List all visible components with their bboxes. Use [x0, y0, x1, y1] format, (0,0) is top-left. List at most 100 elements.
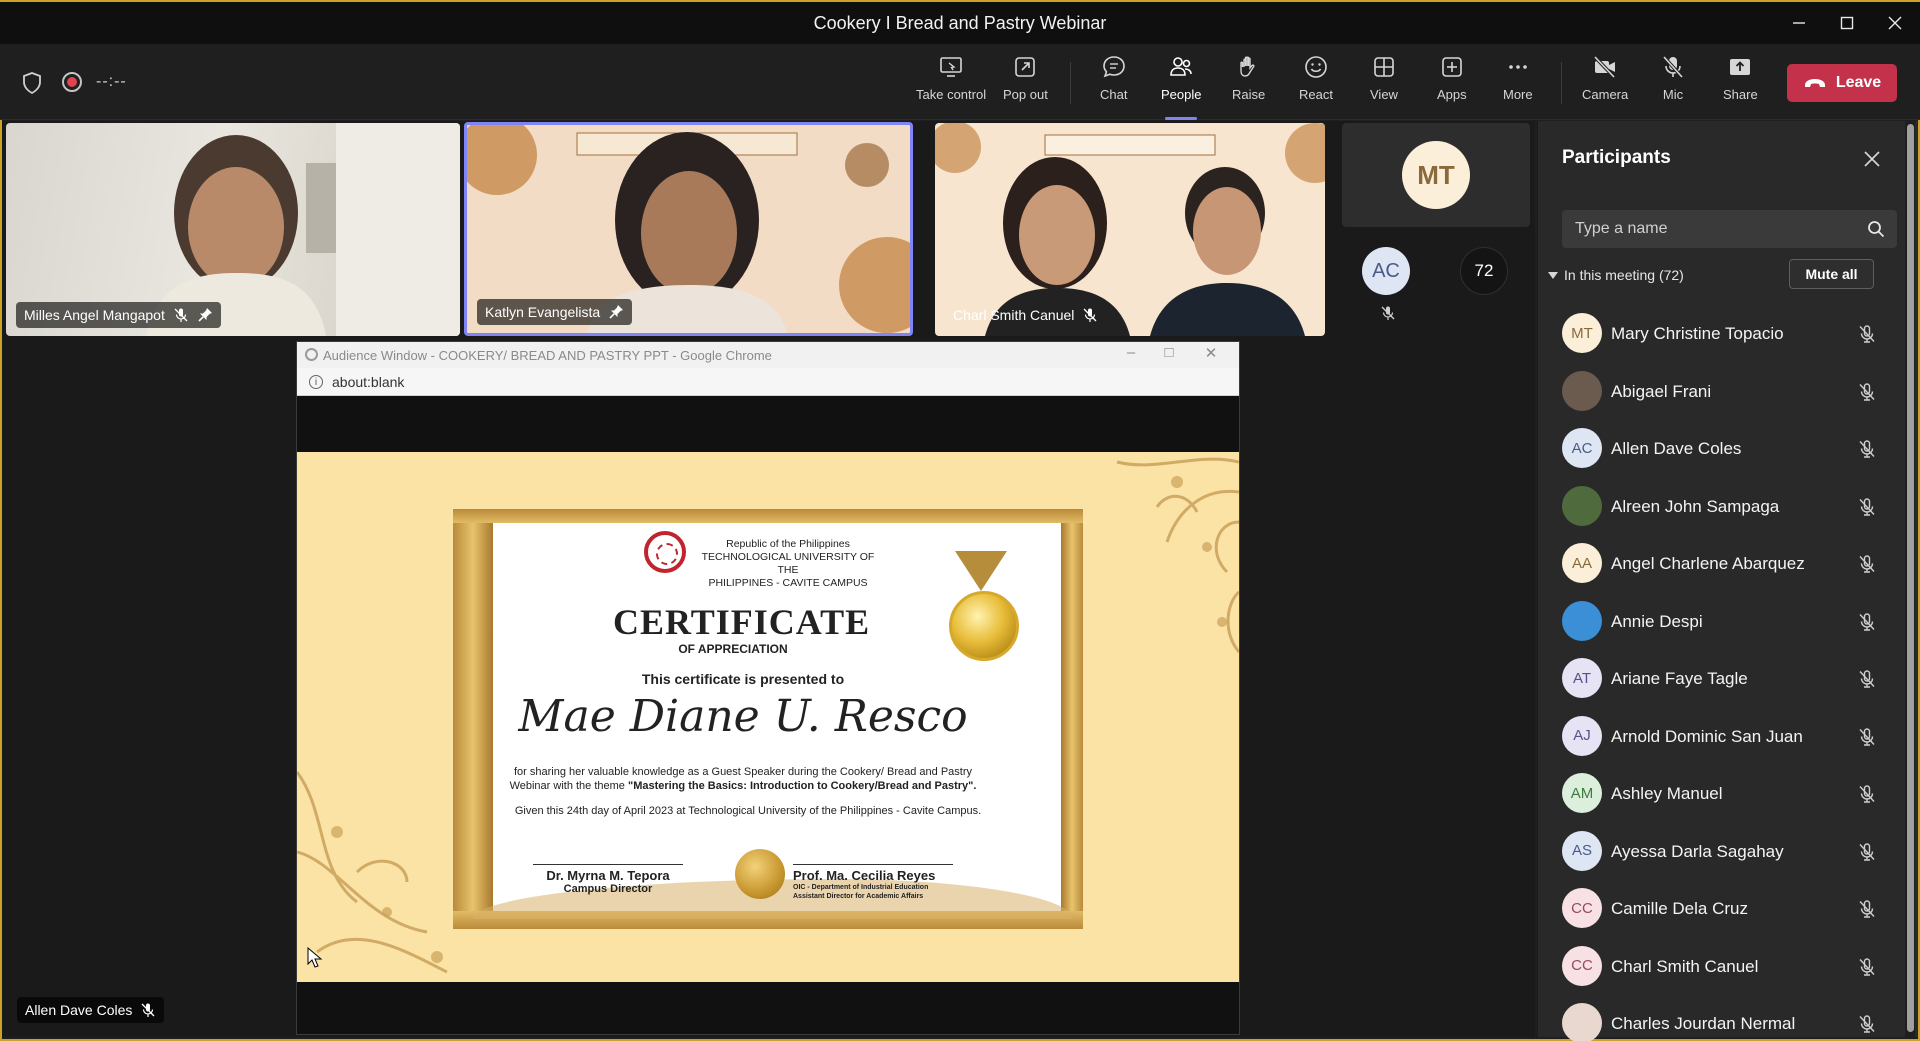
mic-off-icon[interactable]	[1857, 1014, 1877, 1034]
participant-name: Ariane Faye Tagle	[1611, 669, 1748, 688]
body-theme: "Mastering the Basics: Introduction to C…	[627, 780, 977, 792]
participant-name: Milles Angel Mangapot	[24, 307, 165, 323]
browser-title: Audience Window - COOKERY/ BREAD AND PAS…	[323, 348, 772, 363]
pin-icon[interactable]	[608, 304, 624, 320]
minimize-icon	[1793, 22, 1805, 24]
mic-off-icon[interactable]	[1857, 842, 1877, 862]
participant-name: Charl Smith Canuel	[1611, 956, 1759, 976]
avatar: AJ	[1562, 715, 1602, 756]
participant-name: Allen Dave Coles	[1611, 439, 1742, 458]
participant-name-tag: Milles Angel Mangapot	[16, 302, 221, 328]
participant-row[interactable]: Alreen John Sampaga	[1538, 478, 1919, 536]
certificate-body: for sharing her valuable knowledge as a …	[493, 765, 993, 793]
participant-name: Ashley Manuel	[1611, 784, 1723, 803]
browser-url: about:blank	[332, 374, 405, 390]
mic-off-icon[interactable]	[1857, 497, 1877, 517]
participant-row[interactable]: MT Mary Christine Topacio	[1538, 305, 1919, 363]
signatory-2: Prof. Ma. Cecilia Reyes OIC - Department…	[793, 864, 953, 901]
mic-off-icon[interactable]	[1857, 612, 1877, 632]
avatar: MT	[1562, 313, 1602, 353]
browser-minimize-icon: –	[1126, 344, 1136, 361]
participant-row[interactable]: AJ Arnold Dominic San Juan	[1538, 708, 1919, 766]
participant-row[interactable]: AC Allen Dave Coles	[1538, 420, 1919, 478]
mic-off-icon[interactable]	[1857, 439, 1877, 459]
participant-search-input[interactable]	[1562, 210, 1897, 248]
participant-name: Mary Christine Topacio	[1611, 324, 1784, 343]
mouse-cursor-icon	[307, 947, 323, 968]
mic-off-icon[interactable]	[1857, 784, 1877, 804]
raise-label: Raise	[1232, 87, 1266, 102]
certificate-border	[1061, 509, 1083, 929]
take-control-button[interactable]: Take control	[916, 54, 986, 114]
more-participants-count[interactable]: 72	[1460, 247, 1508, 295]
chat-icon	[1102, 56, 1125, 78]
panel-title: Participants	[1562, 147, 1671, 168]
more-label: More	[1503, 87, 1533, 102]
view-button[interactable]: View	[1370, 54, 1398, 114]
certificate-presented: This certificate is presented to	[641, 671, 845, 687]
pop-out-button[interactable]: Pop out	[1003, 54, 1048, 114]
avatar: AA	[1562, 543, 1602, 583]
mic-off-icon[interactable]	[1857, 957, 1877, 977]
leave-button[interactable]: Leave	[1787, 64, 1897, 102]
signatory-role: Campus Director	[563, 883, 653, 895]
mic-off-icon[interactable]	[1857, 382, 1877, 402]
participant-row[interactable]: AM Ashley Manuel	[1538, 765, 1919, 823]
browser-maximize-icon: □	[1164, 344, 1174, 361]
participant-row[interactable]: Abigael Frani	[1538, 363, 1919, 421]
avatar: AC	[1562, 428, 1602, 468]
header-line: Republic of the Philippines	[726, 538, 850, 550]
raise-hand-button[interactable]: Raise	[1232, 54, 1265, 114]
react-button[interactable]: React	[1299, 54, 1333, 114]
chat-label: Chat	[1100, 87, 1128, 102]
gold-coin-seal	[735, 849, 785, 899]
mic-off-icon[interactable]	[1857, 669, 1877, 689]
participant-row[interactable]: Charles Jourdan Nermal	[1538, 995, 1919, 1041]
video-tile-katlyn[interactable]: Katlyn Evangelista	[464, 122, 913, 336]
avatar: AM	[1562, 773, 1602, 813]
participant-name: Angel Charlene Abarquez	[1611, 554, 1805, 573]
participant-row[interactable]: AS Ayessa Darla Sagahay	[1538, 823, 1919, 881]
participant-row[interactable]: CC Camille Dela Cruz	[1538, 880, 1919, 938]
react-label: React	[1299, 87, 1333, 102]
participant-name: Abigael Frani	[1611, 381, 1712, 401]
view-label: View	[1370, 87, 1398, 102]
maximize-button[interactable]	[1824, 8, 1870, 38]
maximize-icon	[1840, 16, 1854, 30]
in-meeting-section-toggle[interactable]: In this meeting (72)	[1548, 264, 1684, 286]
participant-row[interactable]: Annie Despi	[1538, 593, 1919, 651]
leave-label: Leave	[1835, 74, 1882, 91]
participant-row[interactable]: AA Angel Charlene Abarquez	[1538, 535, 1919, 593]
close-panel-button[interactable]	[1858, 145, 1886, 173]
participant-name: Charles Jourdan Nermal	[1611, 1014, 1796, 1033]
camera-button[interactable]: Camera	[1582, 54, 1628, 114]
mic-off-icon[interactable]	[1857, 899, 1877, 919]
participant-name: Charl Smith Canuel	[953, 307, 1075, 323]
share-button[interactable]: Share	[1723, 54, 1758, 114]
mic-off-icon[interactable]	[1857, 324, 1877, 344]
participant-row[interactable]: CC Charl Smith Canuel	[1538, 938, 1919, 996]
shared-browser-window: Audience Window - COOKERY/ BREAD AND PAS…	[296, 341, 1240, 1035]
video-tile-milles[interactable]: Milles Angel Mangapot	[6, 123, 460, 336]
participant-name: Arnold Dominic San Juan	[1611, 726, 1803, 746]
panel-scrollbar-thumb[interactable]	[1907, 124, 1914, 1032]
participant-name: Camille Dela Cruz	[1611, 899, 1748, 918]
certificate: Republic of the Philippines TECHNOLOGICA…	[453, 509, 1083, 929]
apps-button[interactable]: Apps	[1437, 54, 1467, 114]
mic-button[interactable]: Mic	[1660, 54, 1686, 114]
video-tile-mary-christine[interactable]: MT	[1342, 123, 1530, 227]
mic-off-icon[interactable]	[1857, 727, 1877, 747]
certificate-header: Republic of the Philippines TECHNOLOGICA…	[693, 538, 883, 590]
participant-row[interactable]: AT Ariane Faye Tagle	[1538, 650, 1919, 708]
close-window-button[interactable]	[1872, 8, 1918, 38]
mute-all-button[interactable]: Mute all	[1789, 259, 1874, 289]
certificate-given: Given this 24th day of April 2023 at Tec…	[514, 805, 982, 817]
more-button[interactable]: More	[1503, 54, 1533, 114]
chat-button[interactable]: Chat	[1100, 54, 1127, 114]
pin-icon[interactable]	[197, 307, 213, 323]
people-button[interactable]: People	[1161, 54, 1201, 120]
minimize-button[interactable]	[1776, 8, 1822, 38]
avatar-allen-dave-coles[interactable]: AC	[1362, 247, 1410, 295]
mic-off-icon[interactable]	[1857, 554, 1877, 574]
video-tile-charl[interactable]: Charl Smith Canuel	[935, 123, 1325, 336]
